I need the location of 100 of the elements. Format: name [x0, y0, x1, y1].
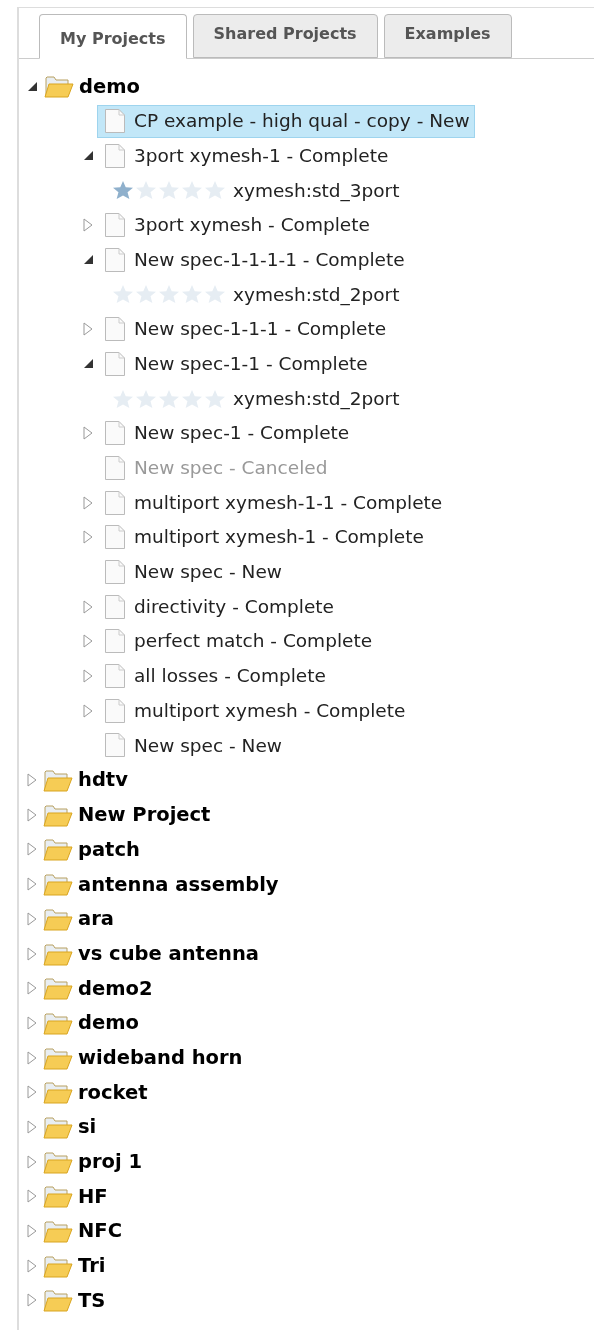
project-folder[interactable]: New Project — [43, 800, 211, 830]
spec-item[interactable]: New spec-1-1 - Complete — [97, 347, 373, 381]
spec-item[interactable]: perfect match - Complete — [97, 624, 378, 658]
project-folder[interactable]: wideband horn — [43, 1042, 243, 1073]
project-folder[interactable]: demo — [43, 1008, 139, 1038]
empty-star-icon — [112, 284, 134, 305]
tab[interactable]: Shared Projects — [192, 14, 378, 58]
spec-item[interactable]: New spec - New — [97, 728, 287, 762]
spec-item[interactable]: all losses - Complete — [97, 659, 331, 693]
spec-item[interactable]: directivity - Complete — [97, 590, 339, 624]
project-folder[interactable]: TS — [43, 1285, 106, 1316]
spec-item[interactable]: New spec-1-1-1-1 - Complete — [97, 243, 410, 277]
empty-star-icon — [204, 180, 226, 201]
empty-star-icon — [204, 388, 226, 409]
empty-star-icon — [135, 180, 157, 201]
document-icon — [104, 593, 126, 620]
document-icon — [104, 142, 126, 169]
project-folder[interactable]: demo — [44, 71, 140, 101]
folder-icon — [43, 767, 73, 794]
folder-icon — [44, 73, 74, 100]
project-folder[interactable]: antenna assembly — [43, 869, 279, 899]
spec-item[interactable]: New spec-1-1-1 - Complete — [97, 312, 392, 346]
document-icon — [104, 697, 126, 724]
project-folder[interactable]: NFC — [43, 1216, 122, 1246]
collapsed-arrow-icon[interactable] — [27, 1119, 37, 1134]
spec-item[interactable]: multiport xymesh-1-1 - Complete — [97, 486, 448, 520]
project-folder[interactable]: HF — [43, 1181, 108, 1211]
expanded-arrow-icon[interactable] — [82, 358, 94, 370]
collapsed-arrow-icon[interactable] — [27, 807, 37, 822]
collapsed-arrow-icon[interactable] — [27, 1050, 37, 1065]
empty-star-icon — [181, 284, 203, 305]
tab[interactable]: My Projects — [39, 14, 187, 59]
collapsed-arrow-icon[interactable] — [83, 703, 93, 718]
mesh-label: xymesh:std_2port — [233, 386, 400, 412]
collapsed-arrow-icon[interactable] — [27, 1085, 37, 1100]
collapsed-arrow-icon[interactable] — [27, 1154, 37, 1169]
collapsed-arrow-icon[interactable] — [83, 599, 93, 614]
star-rating[interactable] — [112, 180, 226, 201]
collapsed-arrow-icon[interactable] — [27, 911, 37, 926]
spec-item[interactable]: multiport xymesh - Complete — [97, 694, 411, 728]
project-folder[interactable]: vs cube antenna — [43, 938, 260, 969]
collapsed-arrow-icon[interactable] — [83, 495, 93, 510]
project-folder[interactable]: proj 1 — [43, 1147, 142, 1177]
collapsed-arrow-icon[interactable] — [27, 1224, 37, 1239]
tab[interactable]: Examples — [383, 14, 512, 58]
empty-star-icon — [181, 180, 203, 201]
document-icon — [104, 558, 126, 585]
project-folder[interactable]: Tri — [43, 1251, 106, 1281]
document-icon — [104, 316, 126, 343]
collapsed-arrow-icon[interactable] — [27, 1258, 37, 1273]
collapsed-arrow-icon[interactable] — [27, 1015, 37, 1030]
expanded-arrow-icon[interactable] — [82, 150, 94, 162]
document-icon — [104, 212, 126, 239]
collapsed-arrow-icon[interactable] — [83, 530, 93, 545]
spec-item[interactable]: 3port xymesh - Complete — [97, 208, 375, 242]
document-icon — [104, 524, 126, 551]
expanded-arrow-icon[interactable] — [27, 80, 38, 92]
document-icon — [104, 732, 126, 759]
empty-star-icon — [158, 388, 180, 409]
document-icon — [104, 246, 126, 273]
folder-icon — [43, 975, 73, 1002]
spec-item[interactable]: 3port xymesh-1 - Complete — [97, 139, 394, 173]
collapsed-arrow-icon[interactable] — [83, 218, 93, 233]
spec-item[interactable]: New spec - New — [97, 555, 287, 589]
folder-icon — [43, 1287, 73, 1314]
filled-star-icon — [112, 180, 134, 201]
collapsed-arrow-icon[interactable] — [27, 1293, 37, 1308]
collapsed-arrow-icon[interactable] — [83, 634, 93, 649]
empty-star-icon — [181, 388, 203, 409]
document-icon — [104, 420, 126, 447]
collapsed-arrow-icon[interactable] — [27, 1189, 37, 1204]
empty-star-icon — [158, 180, 180, 201]
folder-icon — [43, 1218, 73, 1245]
collapsed-arrow-icon[interactable] — [83, 669, 93, 684]
star-rating[interactable] — [112, 284, 226, 305]
spec-item[interactable]: New spec-1 - Complete — [97, 416, 355, 450]
expanded-arrow-icon[interactable] — [82, 254, 94, 266]
project-folder[interactable]: hdtv — [43, 765, 128, 795]
folder-icon — [43, 871, 73, 898]
document-icon — [104, 628, 126, 655]
project-folder[interactable]: si — [43, 1112, 97, 1142]
project-folder[interactable]: rocket — [43, 1077, 148, 1107]
mesh-label: xymesh:std_3port — [233, 178, 400, 204]
collapsed-arrow-icon[interactable] — [83, 322, 93, 337]
document-icon — [104, 663, 126, 690]
collapsed-arrow-icon[interactable] — [83, 426, 93, 441]
spec-item[interactable]: multiport xymesh-1 - Complete — [97, 520, 429, 554]
collapsed-arrow-icon[interactable] — [27, 877, 37, 892]
empty-star-icon — [135, 284, 157, 305]
collapsed-arrow-icon[interactable] — [27, 773, 37, 788]
spec-item[interactable]: CP example - high qual - copy - New — [97, 104, 475, 138]
project-folder[interactable]: demo2 — [43, 973, 153, 1003]
document-icon — [104, 454, 126, 481]
collapsed-arrow-icon[interactable] — [27, 981, 37, 996]
empty-star-icon — [135, 388, 157, 409]
collapsed-arrow-icon[interactable] — [27, 842, 37, 857]
collapsed-arrow-icon[interactable] — [27, 946, 37, 961]
project-folder[interactable]: patch — [43, 834, 140, 865]
star-rating[interactable] — [112, 388, 226, 409]
project-folder[interactable]: ara — [43, 904, 114, 934]
